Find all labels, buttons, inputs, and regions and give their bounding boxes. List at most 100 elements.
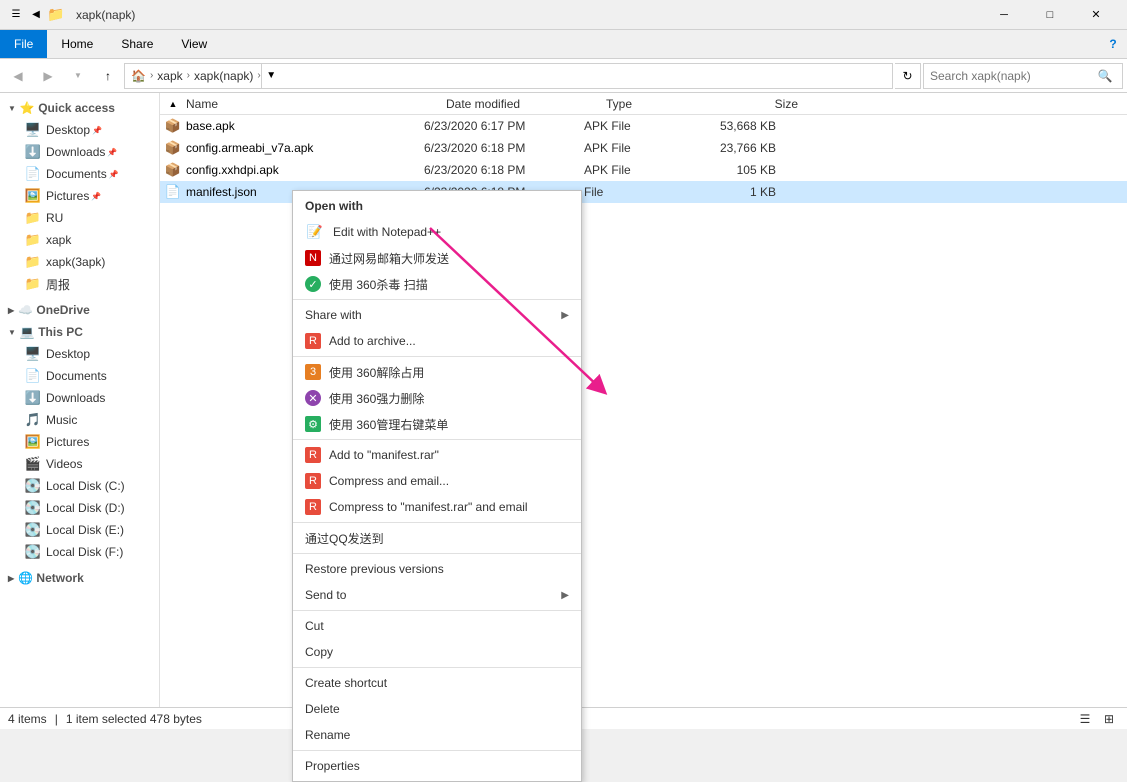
ctx-sep3 (293, 439, 581, 440)
close-button[interactable]: ✕ (1073, 0, 1119, 30)
videos-label: Videos (46, 457, 82, 471)
file-size-manifest-json: 1 KB (684, 185, 784, 199)
breadcrumb: 🏠 › xapk › xapk(napk) › (131, 69, 261, 83)
tab-view[interactable]: View (167, 30, 221, 58)
ctx-360-release[interactable]: 3 使用 360解除占用 (293, 359, 581, 385)
col-header-size[interactable]: Size (702, 97, 802, 111)
quick-access-arrow: ▼ (8, 104, 16, 113)
music-label: Music (46, 413, 77, 427)
ctx-copy[interactable]: Copy (293, 639, 581, 665)
ctx-sep7 (293, 667, 581, 668)
details-view-button[interactable]: ☰ (1075, 709, 1095, 729)
col-header-name[interactable]: Name (182, 97, 442, 111)
file-row-config-xxhdpi[interactable]: 📦 config.xxhdpi.apk 6/23/2020 6:18 PM AP… (160, 159, 1127, 181)
search-box[interactable]: 🔍 (923, 63, 1123, 89)
address-bar[interactable]: 🏠 › xapk › xapk(napk) › ▼ (124, 63, 893, 89)
ctx-add-to-archive[interactable]: R Add to archive... (293, 328, 581, 354)
sidebar-item-desktop-pc[interactable]: 🖥️ Desktop (0, 343, 159, 365)
disk-f-label: Local Disk (F:) (46, 545, 123, 559)
ctx-netease-mail[interactable]: N 通过网易邮箱大师发送 (293, 245, 581, 271)
minimize-button[interactable]: ─ (981, 0, 1027, 30)
crumb-xapk[interactable]: xapk (157, 69, 182, 83)
ctx-cut[interactable]: Cut (293, 613, 581, 639)
ctx-rar1-icon: R (305, 447, 321, 463)
ctx-360release-label: 使用 360解除占用 (329, 364, 569, 381)
ctx-delete[interactable]: Delete (293, 696, 581, 722)
desktop-icon-quick: 🖥️ (24, 121, 42, 139)
ctx-send-to[interactable]: Send to ▶ (293, 582, 581, 608)
col-header-type[interactable]: Type (602, 97, 702, 111)
sidebar-item-ru[interactable]: 📁 RU (0, 207, 159, 229)
sidebar-item-pictures-pc[interactable]: 🖼️ Pictures (0, 431, 159, 453)
ctx-restore-versions[interactable]: Restore previous versions (293, 556, 581, 582)
sidebar-item-xapk[interactable]: 📁 xapk (0, 229, 159, 251)
col-header-date[interactable]: Date modified (442, 97, 602, 111)
tab-file[interactable]: File (0, 30, 47, 58)
this-pc-label[interactable]: ▼ 💻 This PC (0, 321, 159, 343)
ctx-properties[interactable]: Properties (293, 753, 581, 779)
sidebar-item-videos[interactable]: 🎬 Videos (0, 453, 159, 475)
ribbon-tabs: File Home Share View ? (0, 30, 1127, 58)
sidebar-item-music[interactable]: 🎵 Music (0, 409, 159, 431)
ctx-360-manage[interactable]: ⚙ 使用 360管理右键菜单 (293, 411, 581, 437)
file-row-config-armeabi[interactable]: 📦 config.armeabi_v7a.apk 6/23/2020 6:18 … (160, 137, 1127, 159)
ctx-add-rar[interactable]: R Add to "manifest.rar" (293, 442, 581, 468)
sidebar-item-disk-f[interactable]: 💽 Local Disk (F:) (0, 541, 159, 563)
file-date-config-xxhdpi: 6/23/2020 6:18 PM (424, 163, 584, 177)
search-icon[interactable]: 🔍 (1095, 69, 1116, 83)
refresh-button[interactable]: ↻ (895, 63, 921, 89)
onedrive-label[interactable]: ▶ ☁️ OneDrive (0, 299, 159, 321)
pictures-label-pc: Pictures (46, 435, 89, 449)
ctx-archive-icon: R (305, 333, 321, 349)
sidebar-item-desktop-quick[interactable]: 🖥️ Desktop 📌 (0, 119, 159, 141)
tab-share[interactable]: Share (107, 30, 167, 58)
quick-access-label[interactable]: ▼ ⭐ Quick access (0, 97, 159, 119)
downloads-icon-quick: ⬇️ (24, 143, 42, 161)
up-button[interactable]: ↑ (94, 63, 122, 89)
address-expand[interactable]: ▼ (261, 63, 281, 89)
sidebar-item-disk-e[interactable]: 💽 Local Disk (E:) (0, 519, 159, 541)
crumb-xapknapk[interactable]: xapk(napk) (194, 69, 253, 83)
ctx-360delete-icon: ✕ (305, 390, 321, 406)
sidebar-item-pictures-quick[interactable]: 🖼️ Pictures 📌 (0, 185, 159, 207)
ctx-share-with[interactable]: Share with ▶ (293, 302, 581, 328)
sidebar-item-downloads-pc[interactable]: ⬇️ Downloads (0, 387, 159, 409)
tab-home[interactable]: Home (47, 30, 107, 58)
ctx-rename[interactable]: Rename (293, 722, 581, 748)
file-row-base-apk[interactable]: 📦 base.apk 6/23/2020 6:17 PM APK File 53… (160, 115, 1127, 137)
network-label[interactable]: ▶ 🌐 Network (0, 567, 159, 589)
ctx-cut-label: Cut (305, 619, 569, 633)
ctx-360-delete[interactable]: ✕ 使用 360强力删除 (293, 385, 581, 411)
ctx-sep8 (293, 750, 581, 751)
sidebar: ▼ ⭐ Quick access 🖥️ Desktop 📌 ⬇️ Downloa… (0, 93, 160, 707)
ctx-compress-email[interactable]: R Compress and email... (293, 468, 581, 494)
ctx-open-with[interactable]: Open with (293, 193, 581, 219)
ctx-360-scan[interactable]: ✓ 使用 360杀毒 扫描 (293, 271, 581, 297)
ctx-qq-send[interactable]: 通过QQ发送到 (293, 525, 581, 551)
ctx-360delete-label: 使用 360强力删除 (329, 390, 569, 407)
ctx-netease-icon: N (305, 250, 321, 266)
ctx-create-shortcut[interactable]: Create shortcut (293, 670, 581, 696)
sidebar-item-xapk3apk[interactable]: 📁 xapk(3apk) (0, 251, 159, 273)
sidebar-item-documents-quick[interactable]: 📄 Documents 📌 (0, 163, 159, 185)
maximize-button[interactable]: □ (1027, 0, 1073, 30)
xapk-label: xapk (46, 233, 71, 247)
network-text: 🌐 Network (18, 571, 84, 585)
ctx-sep6 (293, 610, 581, 611)
sidebar-item-disk-d[interactable]: 💽 Local Disk (D:) (0, 497, 159, 519)
ctx-compress-rar-email[interactable]: R Compress to "manifest.rar" and email (293, 494, 581, 520)
search-input[interactable] (930, 69, 1095, 83)
large-icons-button[interactable]: ⊞ (1099, 709, 1119, 729)
ctx-rar3-icon: R (305, 499, 321, 515)
column-headers: ▲ Name Date modified Type Size (160, 93, 1127, 115)
sidebar-item-zhoubao[interactable]: 📁 周报 (0, 273, 159, 295)
sidebar-item-downloads-quick[interactable]: ⬇️ Downloads 📌 (0, 141, 159, 163)
file-type-manifest-json: File (584, 185, 684, 199)
help-button[interactable]: ? (1099, 30, 1127, 58)
file-icon-config-xxhdpi: 📦 (164, 161, 182, 179)
ctx-edit-notepad[interactable]: 📝 Edit with Notepad++ (293, 219, 581, 245)
ctx-open-with-label: Open with (305, 199, 363, 213)
sidebar-item-disk-c[interactable]: 💽 Local Disk (C:) (0, 475, 159, 497)
file-size-config-xxhdpi: 105 KB (684, 163, 784, 177)
sidebar-item-documents-pc[interactable]: 📄 Documents (0, 365, 159, 387)
